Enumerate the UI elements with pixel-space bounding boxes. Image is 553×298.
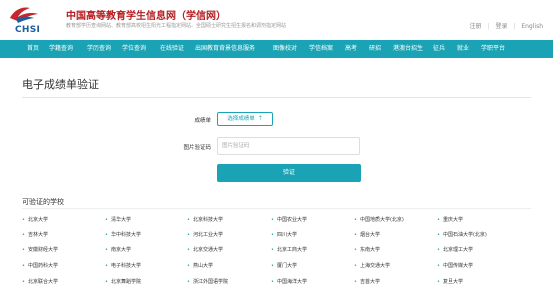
divider: | xyxy=(487,23,490,30)
school-link[interactable]: 北京舞蹈学院 xyxy=(105,278,141,285)
school-link[interactable]: 中国药科大学 xyxy=(22,262,58,269)
upload-icon: ⇡ xyxy=(257,115,263,122)
school-link[interactable]: 北京交通大学 xyxy=(187,246,223,253)
nav-item-home[interactable]: 首页 xyxy=(27,40,39,58)
login-link[interactable]: 登录 xyxy=(495,23,507,30)
school-link[interactable]: 华中科技大学 xyxy=(105,231,141,238)
school-link[interactable]: 中国地质大学(北京) xyxy=(354,216,404,223)
school-link[interactable]: 厦门大学 xyxy=(271,262,297,269)
school-link[interactable]: 北京理工大学 xyxy=(437,246,473,253)
school-link[interactable]: 河北工业大学 xyxy=(187,231,223,238)
verify-button[interactable]: 验证 xyxy=(217,164,361,182)
school-link[interactable]: 东南大学 xyxy=(354,246,380,253)
nav-item-graduate[interactable]: 研招 xyxy=(369,40,381,58)
site-title: 中国高等教育学生信息网（学信网） xyxy=(66,11,226,22)
nav-item-overseas[interactable]: 出国教育背景信息服务 xyxy=(195,40,255,58)
school-link[interactable]: 安徽财经大学 xyxy=(22,246,58,253)
school-link[interactable]: 南京大学 xyxy=(105,246,131,253)
school-link[interactable]: 复旦大学 xyxy=(437,278,463,285)
site-header: CHSI 中国高等教育学生信息网（学信网） 教育部学历查询网站、教育部高校招生阳… xyxy=(0,0,553,40)
nav-item-archive[interactable]: 学信档案 xyxy=(309,40,333,58)
nav-item-career[interactable]: 学职平台 xyxy=(481,40,505,58)
schools-heading: 可验证的学校 xyxy=(22,198,64,206)
divider xyxy=(22,208,531,209)
school-link[interactable]: 清华大学 xyxy=(105,216,131,223)
site-subtitle: 教育部学历查询网站、教育部高校招生阳光工程指定网站、全国硕士研究生招生报名和调剂… xyxy=(66,23,287,29)
divider: | xyxy=(513,23,516,30)
school-link[interactable]: 北京科技大学 xyxy=(187,216,223,223)
school-link[interactable]: 中国农业大学 xyxy=(271,216,307,223)
nav-item-degree[interactable]: 学位查询 xyxy=(122,40,146,58)
captcha-input[interactable] xyxy=(217,137,360,155)
school-link[interactable]: 四川大学 xyxy=(271,231,297,238)
school-link[interactable]: 燕山大学 xyxy=(187,262,213,269)
school-link[interactable]: 重庆大学 xyxy=(437,216,463,223)
school-link[interactable]: 中国石油大学(北京) xyxy=(437,231,487,238)
nav-item-enrollment[interactable]: 学籍查询 xyxy=(49,40,73,58)
school-link[interactable]: 吉首大学 xyxy=(354,278,380,285)
select-transcript-button[interactable]: 选择成绩单 ⇡ xyxy=(217,112,273,126)
school-link[interactable]: 北京大学 xyxy=(22,216,48,223)
main-nav: 首页 学籍查询 学历查询 学位查询 在线验证 出国教育背景信息服务 图像校对 学… xyxy=(0,40,553,58)
nav-item-jobs[interactable]: 就业 xyxy=(457,40,469,58)
school-link[interactable]: 中国传媒大学 xyxy=(437,262,473,269)
select-transcript-label: 选择成绩单 xyxy=(227,116,255,122)
chsi-logo[interactable]: CHSI xyxy=(6,4,46,35)
school-link[interactable]: 电子科技大学 xyxy=(105,262,141,269)
nav-item-degree-cert[interactable]: 学历查询 xyxy=(87,40,111,58)
school-link[interactable]: 北京工商大学 xyxy=(271,246,307,253)
school-link[interactable]: 浙江外国语学院 xyxy=(187,278,228,285)
divider xyxy=(22,97,531,98)
captcha-label: 图片验证码 xyxy=(183,145,211,151)
school-link[interactable]: 烟台大学 xyxy=(354,231,380,238)
page-title: 电子成绩单验证 xyxy=(22,78,99,91)
nav-item-online-verify[interactable]: 在线验证 xyxy=(160,40,184,58)
school-link[interactable]: 吉林大学 xyxy=(22,231,48,238)
nav-item-hk-macau-tw[interactable]: 港澳台招生 xyxy=(393,40,423,58)
top-links: 注册 | 登录 | English xyxy=(466,21,543,30)
nav-item-image-check[interactable]: 图像校对 xyxy=(273,40,297,58)
logo-text: CHSI xyxy=(15,25,41,35)
school-link[interactable]: 北京联合大学 xyxy=(22,278,58,285)
school-link[interactable]: 中国海洋大学 xyxy=(271,278,307,285)
nav-item-gaokao[interactable]: 高考 xyxy=(345,40,357,58)
school-link[interactable]: 上海交通大学 xyxy=(354,262,390,269)
register-link[interactable]: 注册 xyxy=(470,23,482,30)
english-link[interactable]: English xyxy=(521,23,543,30)
nav-item-military[interactable]: 征兵 xyxy=(433,40,445,58)
transcript-label: 成绩单 xyxy=(194,118,211,124)
